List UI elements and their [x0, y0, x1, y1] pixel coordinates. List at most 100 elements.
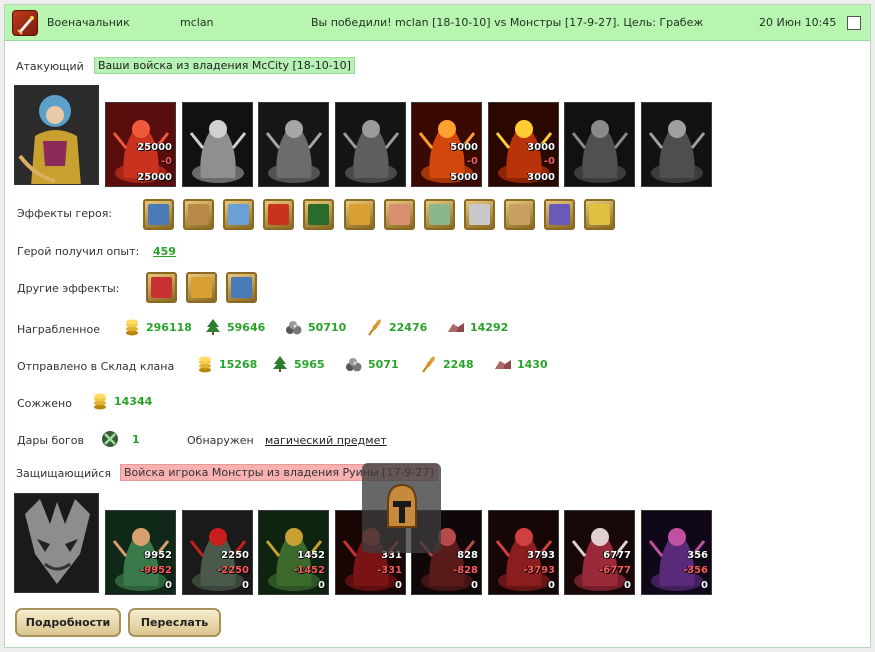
stone-icon [286, 321, 302, 335]
tree-icon [273, 356, 287, 372]
hero-effect-gold-coins-icon[interactable] [344, 199, 375, 230]
sent-value: 1430 [517, 357, 548, 371]
unit-remaining: 0 [548, 580, 555, 591]
defender-unit-troll[interactable]: 2250 -2250 0 [182, 510, 253, 595]
looted-stone-resource: 50710 [285, 318, 346, 336]
unit-remaining: 5000 [450, 172, 478, 183]
defender-unit-winged-devil[interactable]: 3793 -3793 0 [488, 510, 559, 595]
unit-loss: -0 [466, 156, 478, 167]
hero-effect-horn-icon[interactable] [384, 199, 415, 230]
unit-remaining: 0 [165, 580, 172, 591]
stone-icon [346, 358, 362, 372]
attacker-hero-portrait[interactable] [14, 85, 99, 185]
looted-ore-resource: 14292 [447, 318, 508, 336]
details-button[interactable]: Подробности [15, 608, 121, 637]
other-effect-heart-swords-icon[interactable] [146, 272, 177, 303]
hero-effect-scroll-icon[interactable] [464, 199, 495, 230]
unit-loss: -1452 [293, 565, 325, 576]
sent-value: 2248 [443, 357, 474, 371]
other-effect-gold-coins-icon[interactable] [186, 272, 217, 303]
sent-wheat-resource: 2248 [420, 355, 474, 373]
other-effects-label: Другие эффекты: [17, 282, 120, 295]
wheat-icon [422, 356, 435, 373]
defender-hero-portrait[interactable] [14, 493, 99, 593]
found-item-link[interactable]: магический предмет [265, 434, 387, 447]
hero-effect-shield-icon[interactable] [544, 199, 575, 230]
defender-label: Защищающийся [16, 467, 111, 480]
burned-label: Сожжено [17, 397, 72, 410]
helmet-icon [387, 483, 417, 528]
sent-gold-resource: 15268 [196, 355, 257, 373]
unit-count: 1452 [297, 550, 325, 561]
other-effect-sword-icon[interactable] [226, 272, 257, 303]
attacker-unit-fire-demon[interactable]: 3000 -0 3000 [488, 102, 559, 187]
unit-remaining: 0 [318, 580, 325, 591]
unit-count: 3793 [527, 550, 555, 561]
looted-value: 50710 [308, 320, 347, 334]
sent-value: 5965 [294, 357, 325, 371]
sent-label: Отправлено в Склад клана [17, 360, 175, 373]
hero-effect-staff-icon[interactable] [504, 199, 535, 230]
hero-effect-xp-badge-icon[interactable] [303, 199, 334, 230]
unit-count: 2250 [221, 550, 249, 561]
unit-loss: -3793 [523, 565, 555, 576]
unit-tooltip [362, 463, 441, 553]
forward-button[interactable]: Переслать [128, 608, 221, 637]
unit-count: 828 [457, 550, 478, 561]
hero-effect-crown-icon[interactable] [584, 199, 615, 230]
unit-remaining: 0 [471, 580, 478, 591]
unit-count: 356 [687, 550, 708, 561]
sent-value: 15268 [219, 357, 258, 371]
attacker-unit-skeleton[interactable] [182, 102, 253, 187]
sent-value: 5071 [368, 357, 399, 371]
sent-ore-resource: 1430 [494, 355, 548, 373]
unit-remaining: 0 [395, 580, 402, 591]
report-datetime: 20 Июн 10:45 [759, 16, 837, 29]
experience-value[interactable]: 459 [153, 245, 176, 258]
ore-icon [448, 323, 464, 332]
burned-value: 14344 [114, 394, 153, 408]
sender-role: Военачальник [47, 16, 130, 29]
attacker-unit-horned-knight[interactable] [564, 102, 635, 187]
attacker-unit-wraith[interactable] [641, 102, 712, 187]
unit-count: 3000 [527, 142, 555, 153]
hero-effect-hand-crystal-icon[interactable] [223, 199, 254, 230]
looted-wheat-resource: 22476 [366, 318, 427, 336]
unit-count: 9952 [144, 550, 172, 561]
hero-effect-hand-sword-icon[interactable] [183, 199, 214, 230]
experience-label: Герой получил опыт: [17, 245, 140, 258]
defender-unit-orc-shaman[interactable]: 1452 -1452 0 [258, 510, 329, 595]
looted-label: Награбленное [17, 323, 100, 336]
unit-loss: -2250 [217, 565, 249, 576]
unit-count: 25000 [137, 142, 172, 153]
attacker-unit-dragon-red[interactable]: 25000 -0 25000 [105, 102, 176, 187]
unit-remaining: 0 [701, 580, 708, 591]
unit-remaining: 0 [242, 580, 249, 591]
gift-orb-icon [102, 431, 118, 447]
gifts-value: 1 [132, 432, 140, 446]
hero-effect-sword-icon[interactable] [143, 199, 174, 230]
defender-unit-hydra[interactable]: 356 -356 0 [641, 510, 712, 595]
select-checkbox[interactable] [847, 16, 861, 30]
report-subject[interactable]: Вы победили! mclan [18-10-10] vs Монстры… [311, 16, 703, 29]
attacker-unit-fire-elemental[interactable]: 5000 -0 5000 [411, 102, 482, 187]
sender-clan[interactable]: mclan [180, 16, 214, 29]
defender-unit-crystal-golem[interactable]: 6777 -6777 0 [564, 510, 635, 595]
hero-effect-xp-icon[interactable] [263, 199, 294, 230]
defender-unit-lizard-warrior[interactable]: 9952 -9952 0 [105, 510, 176, 595]
sent-stone-resource: 5071 [345, 355, 399, 373]
attacker-tag: Ваши войска из владения McCity [18-10-10… [94, 57, 355, 74]
unit-loss: -331 [376, 565, 402, 576]
hero-effect-ring-icon[interactable] [424, 199, 455, 230]
sent-tree-resource: 5965 [271, 355, 325, 373]
unit-count: 5000 [450, 142, 478, 153]
unit-remaining: 25000 [137, 172, 172, 183]
battle-report-icon [12, 10, 38, 36]
gifts-label: Дары богов [17, 434, 85, 447]
unit-loss: -828 [452, 565, 478, 576]
burned-resource: 14344 [91, 392, 152, 410]
attacker-label: Атакующий [16, 60, 84, 73]
gold-icon [199, 356, 211, 373]
attacker-unit-ghoul[interactable] [258, 102, 329, 187]
attacker-unit-gargoyle[interactable] [335, 102, 406, 187]
